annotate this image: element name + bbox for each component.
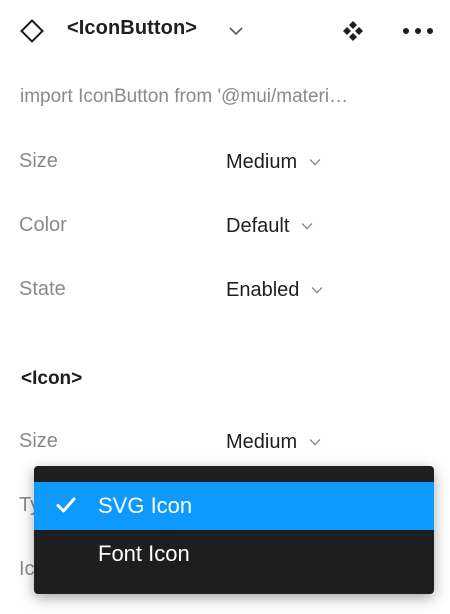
icon-size-select[interactable]: Medium [226, 427, 322, 457]
size-select[interactable]: Medium [226, 147, 322, 177]
properties-panel: <IconButton> import IconButton from '@mu… [0, 0, 450, 614]
menu-item-label: Font Icon [98, 541, 190, 566]
component-instance-icon [20, 19, 44, 43]
color-value: Default [226, 214, 290, 237]
chevron-down-icon [309, 159, 321, 166]
icon-section-title[interactable]: <Icon> [21, 368, 82, 390]
chevron-down-icon [311, 287, 323, 294]
component-title[interactable]: <IconButton> [67, 17, 197, 40]
more-icon[interactable] [400, 25, 436, 37]
chevron-down-icon [301, 223, 313, 230]
menu-item-label: SVG Icon [98, 493, 193, 518]
state-value: Enabled [226, 278, 300, 301]
chevron-down-icon[interactable] [228, 24, 244, 38]
panel-header: <IconButton> [0, 0, 450, 62]
size-value: Medium [226, 150, 298, 173]
state-select[interactable]: Enabled [226, 275, 324, 305]
icon-size-value: Medium [226, 430, 298, 453]
size-label: Size [19, 150, 58, 172]
variants-icon[interactable] [341, 19, 365, 43]
menu-item-svg-icon[interactable]: SVG Icon [34, 482, 434, 530]
import-statement[interactable]: import IconButton from '@mui/materi… [20, 86, 348, 108]
type-dropdown-menu: SVG Icon Font Icon [34, 466, 434, 594]
color-label: Color [19, 214, 67, 236]
menu-item-font-icon[interactable]: Font Icon [34, 530, 434, 578]
icon-size-label: Size [19, 430, 58, 452]
color-select[interactable]: Default [226, 211, 314, 241]
icon-name-label: Ic [19, 558, 35, 580]
checkmark-icon [56, 497, 76, 513]
state-label: State [19, 278, 66, 300]
chevron-down-icon [309, 439, 321, 446]
